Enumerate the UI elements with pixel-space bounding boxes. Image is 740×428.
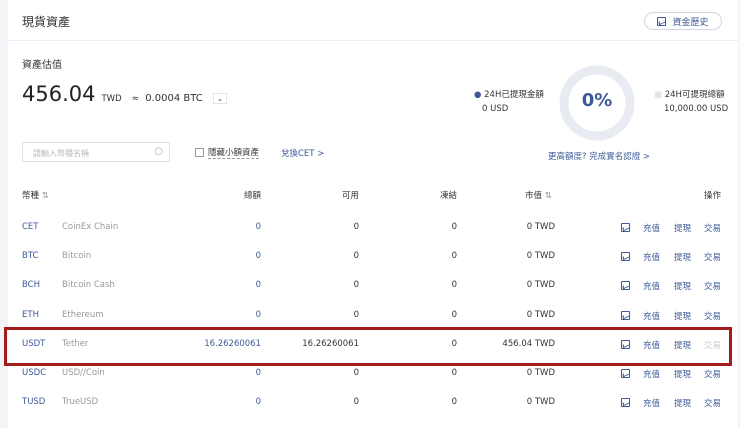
limit-label: ■ 24H可提現總額 [654,90,725,100]
table-row: BTC Bitcoin 0 0 0 0 TWD 充值 提現 交易 [8,247,738,267]
table-row: TUSD TrueUSD 0 0 0 0 TWD 充值 提現 交易 [8,393,738,413]
sort-icon: ⇅ [41,191,49,201]
valuation-amount: 456.04 [22,82,96,106]
hide-small-checkbox[interactable] [195,148,204,157]
coin-name: TrueUSD [62,397,99,408]
sort-icon: ⇅ [544,191,552,201]
table-row: CET CoinEx Chain 0 0 0 0 TWD 充值 提現 交易 [8,218,738,238]
deposit-link[interactable]: 充值 [643,310,660,322]
deposit-link[interactable]: 充值 [643,280,660,292]
coin-name: Ethereum [62,309,104,320]
coin-name: Bitcoin [62,251,92,262]
withdraw-link[interactable]: 提現 [674,222,691,234]
header-actions: 操作 [704,191,722,201]
withdraw-link[interactable]: 提現 [674,368,691,380]
chart-icon[interactable] [621,398,630,408]
chart-icon[interactable] [621,310,630,320]
trade-link[interactable]: 交易 [704,310,721,322]
approx-sign: ≈ [131,94,140,104]
market-value: 0 TWD [526,397,555,408]
table-header: 幣種 ⇅ 總額 可用 凍結 市值 ⇅ 操作 [8,185,738,205]
withdraw-link[interactable]: 提現 [674,397,691,409]
convert-cet-link[interactable]: 兌換CET > [281,147,324,159]
square-icon: ■ [654,90,663,100]
market-value: 0 TWD [526,251,555,262]
table-row: BCH Bitcoin Cash 0 0 0 0 TWD 充值 提現 交易 [8,276,738,296]
divider [8,40,738,41]
coin-symbol[interactable]: ETH [22,310,39,320]
kyc-link[interactable]: 更高額度? 完成實名認證 > [548,150,650,162]
trade-link[interactable]: 交易 [704,222,721,234]
chart-icon[interactable] [621,369,630,378]
trade-link[interactable]: 交易 [704,368,721,380]
chart-icon [657,16,667,26]
currency-dropdown-chevron-icon[interactable]: ⌄ [212,93,228,104]
deposit-link[interactable]: 充值 [643,222,660,234]
trade-link[interactable]: 交易 [704,251,721,263]
chart-icon[interactable] [621,223,630,232]
chart-icon[interactable] [621,252,630,262]
coin-symbol[interactable]: TUSD [22,397,45,407]
withdraw-link[interactable]: 提現 [674,251,691,263]
valuation-btc: 0.0004 BTC [145,93,203,104]
dot-icon: ● [474,90,482,100]
coin-name: USD//Coin [62,368,105,378]
market-value: 0 TWD [526,280,555,291]
trade-link[interactable]: 交易 [704,280,721,292]
header-coin[interactable]: 幣種 ⇅ [22,189,49,201]
fund-history-label: 資金歷史 [672,17,709,28]
page-title: 現貨資產 [22,15,71,29]
table-row: USDC USD//Coin 0 0 0 0 TWD 充值 提現 交易 [8,364,738,384]
coin-name: Bitcoin Cash [62,280,115,291]
withdrawn-label: ● 24H已提現金額 [474,90,544,100]
coin-symbol[interactable]: CET [22,222,39,232]
valuation-label: 資產估值 [22,60,62,71]
highlight-box [4,327,732,366]
deposit-link[interactable]: 充值 [643,368,660,380]
withdraw-link[interactable]: 提現 [674,310,691,322]
coin-symbol[interactable]: BTC [22,251,38,261]
header-market[interactable]: 市值 ⇅ [525,189,552,201]
deposit-link[interactable]: 充值 [643,251,660,263]
fund-history-button[interactable]: 資金歷史 [644,12,722,30]
coin-symbol[interactable]: BCH [22,280,40,290]
market-value: 0 TWD [526,368,555,378]
market-value: 0 TWD [526,309,555,320]
market-value: 0 TWD [526,222,555,232]
limit-value: 10,000.00 USD [664,104,729,114]
table-row: ETH Ethereum 0 0 0 0 TWD 充值 提現 交易 [8,306,738,326]
coin-name: CoinEx Chain [62,222,119,232]
valuation-currency: TWD [101,94,122,104]
coin-symbol[interactable]: USDC [22,368,46,378]
deposit-link[interactable]: 充值 [643,397,660,409]
coin-search-input[interactable]: 請輸入幣種名稱 ○ [22,142,170,162]
search-icon[interactable]: ○ [154,146,163,157]
chart-icon[interactable] [621,281,630,291]
withdrawn-value: 0 USD [482,104,509,114]
withdraw-link[interactable]: 提現 [674,280,691,292]
header-frozen: 凍結 [439,191,457,201]
hide-small-label: 隱藏小額資產 [208,148,260,159]
withdraw-percent: 0% [581,90,613,111]
trade-link[interactable]: 交易 [704,397,721,409]
